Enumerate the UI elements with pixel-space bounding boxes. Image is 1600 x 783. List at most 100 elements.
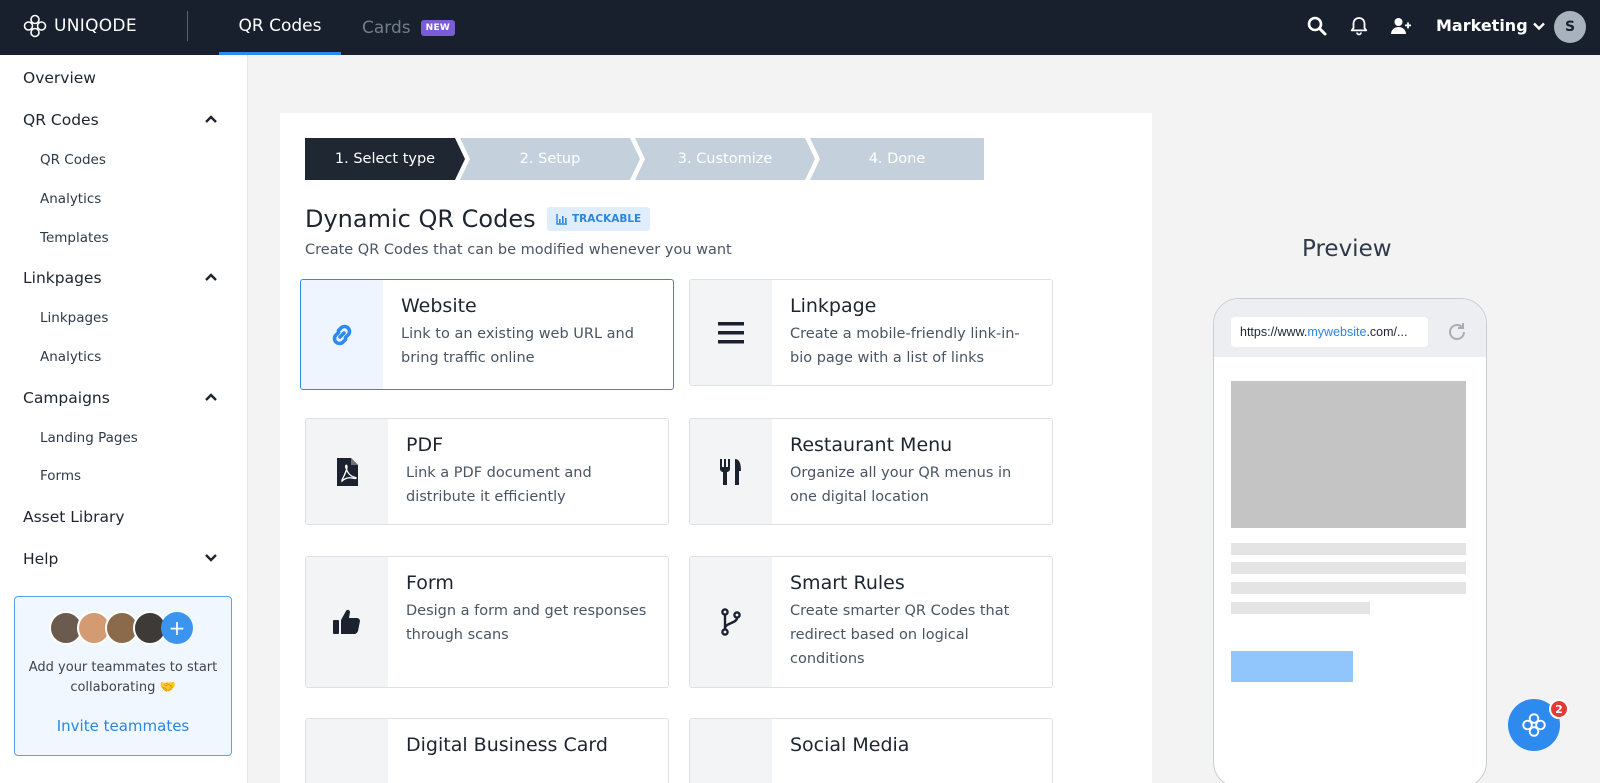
bell-icon[interactable] xyxy=(1348,15,1370,37)
option-title: Digital Business Card xyxy=(406,734,608,756)
browser-bar: https://www. mywebsite .com/... xyxy=(1214,299,1486,357)
fork-knife-icon xyxy=(720,458,741,485)
team-label: Marketing xyxy=(1436,16,1528,35)
invite-text: Add your teammates to start collaboratin… xyxy=(28,660,218,695)
new-badge: NEW xyxy=(420,19,456,36)
team-selector[interactable]: Marketing xyxy=(1436,16,1546,35)
preview-image-placeholder xyxy=(1231,381,1466,528)
option-icon-column xyxy=(690,419,772,524)
option-title: Website xyxy=(401,295,477,317)
brand-name: UNIQODE xyxy=(54,16,137,36)
step-label: 4. Done xyxy=(868,151,926,167)
chat-notification-badge: 2 xyxy=(1549,699,1569,719)
sidebar-subitem-templates[interactable]: Templates xyxy=(40,230,109,246)
option-form[interactable]: Form Design a form and get responses thr… xyxy=(305,556,669,688)
tab-cards-label: Cards xyxy=(362,17,411,38)
sidebar-subitem-qr-analytics[interactable]: Analytics xyxy=(40,191,101,207)
url-field: https://www. mywebsite .com/... xyxy=(1231,317,1428,347)
step-label: 3. Customize xyxy=(677,151,773,167)
option-restaurant-menu[interactable]: Restaurant Menu Organize all your QR men… xyxy=(689,418,1053,525)
sidebar-subitem-qr-codes[interactable]: QR Codes xyxy=(40,152,106,168)
step-customize[interactable]: 3. Customize xyxy=(635,138,815,180)
sidebar-subitem-forms[interactable]: Forms xyxy=(40,468,81,484)
trackable-badge: TRACKABLE xyxy=(547,207,651,231)
trackable-label: TRACKABLE xyxy=(572,213,642,225)
option-title: Linkpage xyxy=(790,295,877,317)
option-icon-column xyxy=(306,419,388,524)
chevron-down-icon xyxy=(1532,22,1545,30)
option-description: Link to an existing web URL and bring tr… xyxy=(401,326,634,366)
tab-cards[interactable]: Cards NEW xyxy=(362,0,456,55)
sidebar-item-asset-library[interactable]: Asset Library xyxy=(23,508,125,526)
preview-button-placeholder xyxy=(1231,651,1353,682)
sidebar-item-overview[interactable]: Overview xyxy=(23,69,96,87)
add-user-icon[interactable] xyxy=(1390,15,1412,37)
preview-text-placeholder xyxy=(1231,543,1466,555)
uniqode-chat-icon xyxy=(1522,713,1546,737)
preview-text-placeholder xyxy=(1231,602,1370,614)
option-title: Social Media xyxy=(790,734,910,756)
sidebar-subitem-linkpages[interactable]: Linkpages xyxy=(40,310,108,326)
sidebar-subitem-linkpage-analytics[interactable]: Analytics xyxy=(40,349,101,365)
option-description: Link a PDF document and distribute it ef… xyxy=(406,465,592,505)
option-title: PDF xyxy=(406,434,444,456)
url-prefix: https://www. xyxy=(1240,325,1308,339)
menu-lines-icon xyxy=(718,321,744,343)
sidebar-item-help[interactable]: Help xyxy=(23,550,58,568)
chevron-up-icon[interactable] xyxy=(203,111,219,127)
url-highlight: mywebsite xyxy=(1307,325,1367,339)
step-label: 1. Select type xyxy=(334,151,436,167)
url-suffix: .com/... xyxy=(1366,325,1408,339)
uniqode-logo[interactable]: UNIQODE xyxy=(22,13,137,39)
tab-qr-codes-label: QR Codes xyxy=(238,16,322,36)
option-icon-column xyxy=(306,557,388,687)
chevron-down-icon[interactable] xyxy=(203,550,219,566)
pdf-file-icon xyxy=(337,457,358,486)
option-website[interactable]: Website Link to an existing web URL and … xyxy=(300,279,674,390)
sidebar-item-linkpages[interactable]: Linkpages xyxy=(23,269,102,287)
option-icon-column xyxy=(690,557,772,687)
option-pdf[interactable]: PDF Link a PDF document and distribute i… xyxy=(305,418,669,525)
user-avatar[interactable]: S xyxy=(1554,11,1586,43)
step-select-type[interactable]: 1. Select type xyxy=(305,138,465,180)
step-setup[interactable]: 2. Setup xyxy=(460,138,640,180)
step-done[interactable]: 4. Done xyxy=(810,138,984,180)
sidebar-item-qr-codes[interactable]: QR Codes xyxy=(23,111,99,129)
option-icon-column xyxy=(690,280,772,385)
option-linkpage[interactable]: Linkpage Create a mobile-friendly link-i… xyxy=(689,279,1053,386)
main-panel: 1. Select type 2. Setup 3. Customize 4. … xyxy=(280,113,1152,783)
option-icon-column xyxy=(690,719,772,783)
chevron-up-icon[interactable] xyxy=(203,269,219,285)
page-subtitle: Create QR Codes that can be modified whe… xyxy=(305,242,732,258)
top-navbar: UNIQODE QR Codes Cards NEW Marketing S xyxy=(0,0,1600,55)
bar-chart-icon xyxy=(556,214,567,225)
option-digital-business-card[interactable]: Digital Business Card xyxy=(305,718,669,783)
option-icon-column xyxy=(306,719,388,783)
option-title: Restaurant Menu xyxy=(790,434,953,456)
option-title: Form xyxy=(406,572,454,594)
preview-text-placeholder xyxy=(1231,562,1466,574)
invite-teammates-link[interactable]: Invite teammates xyxy=(15,717,231,735)
page-title: Dynamic QR Codes xyxy=(305,205,536,233)
link-icon xyxy=(332,324,352,345)
sidebar: Overview QR Codes QR Codes Analytics Tem… xyxy=(0,55,248,783)
preview-title: Preview xyxy=(1302,236,1392,262)
preview-text-placeholder xyxy=(1231,582,1466,594)
refresh-icon xyxy=(1449,323,1465,340)
phone-preview: https://www. mywebsite .com/... xyxy=(1213,298,1487,783)
option-description: Design a form and get responses through … xyxy=(406,603,647,643)
option-title: Smart Rules xyxy=(790,572,905,594)
sidebar-item-campaigns[interactable]: Campaigns xyxy=(23,389,110,407)
option-social-media[interactable]: Social Media xyxy=(689,718,1053,783)
search-icon[interactable] xyxy=(1306,15,1328,37)
option-icon-column xyxy=(301,280,383,389)
invite-teammates-card: + Add your teammates to start collaborat… xyxy=(14,596,232,756)
add-teammate-icon[interactable]: + xyxy=(161,612,193,644)
sidebar-subitem-landing-pages[interactable]: Landing Pages xyxy=(40,430,138,446)
chevron-up-icon[interactable] xyxy=(203,389,219,405)
option-smart-rules[interactable]: Smart Rules Create smarter QR Codes that… xyxy=(689,556,1053,688)
uniqode-logo-icon xyxy=(23,14,47,38)
thumbs-up-icon xyxy=(333,609,360,634)
option-description: Create a mobile-friendly link-in-bio pag… xyxy=(790,326,1020,366)
tab-qr-codes[interactable]: QR Codes xyxy=(219,0,341,55)
